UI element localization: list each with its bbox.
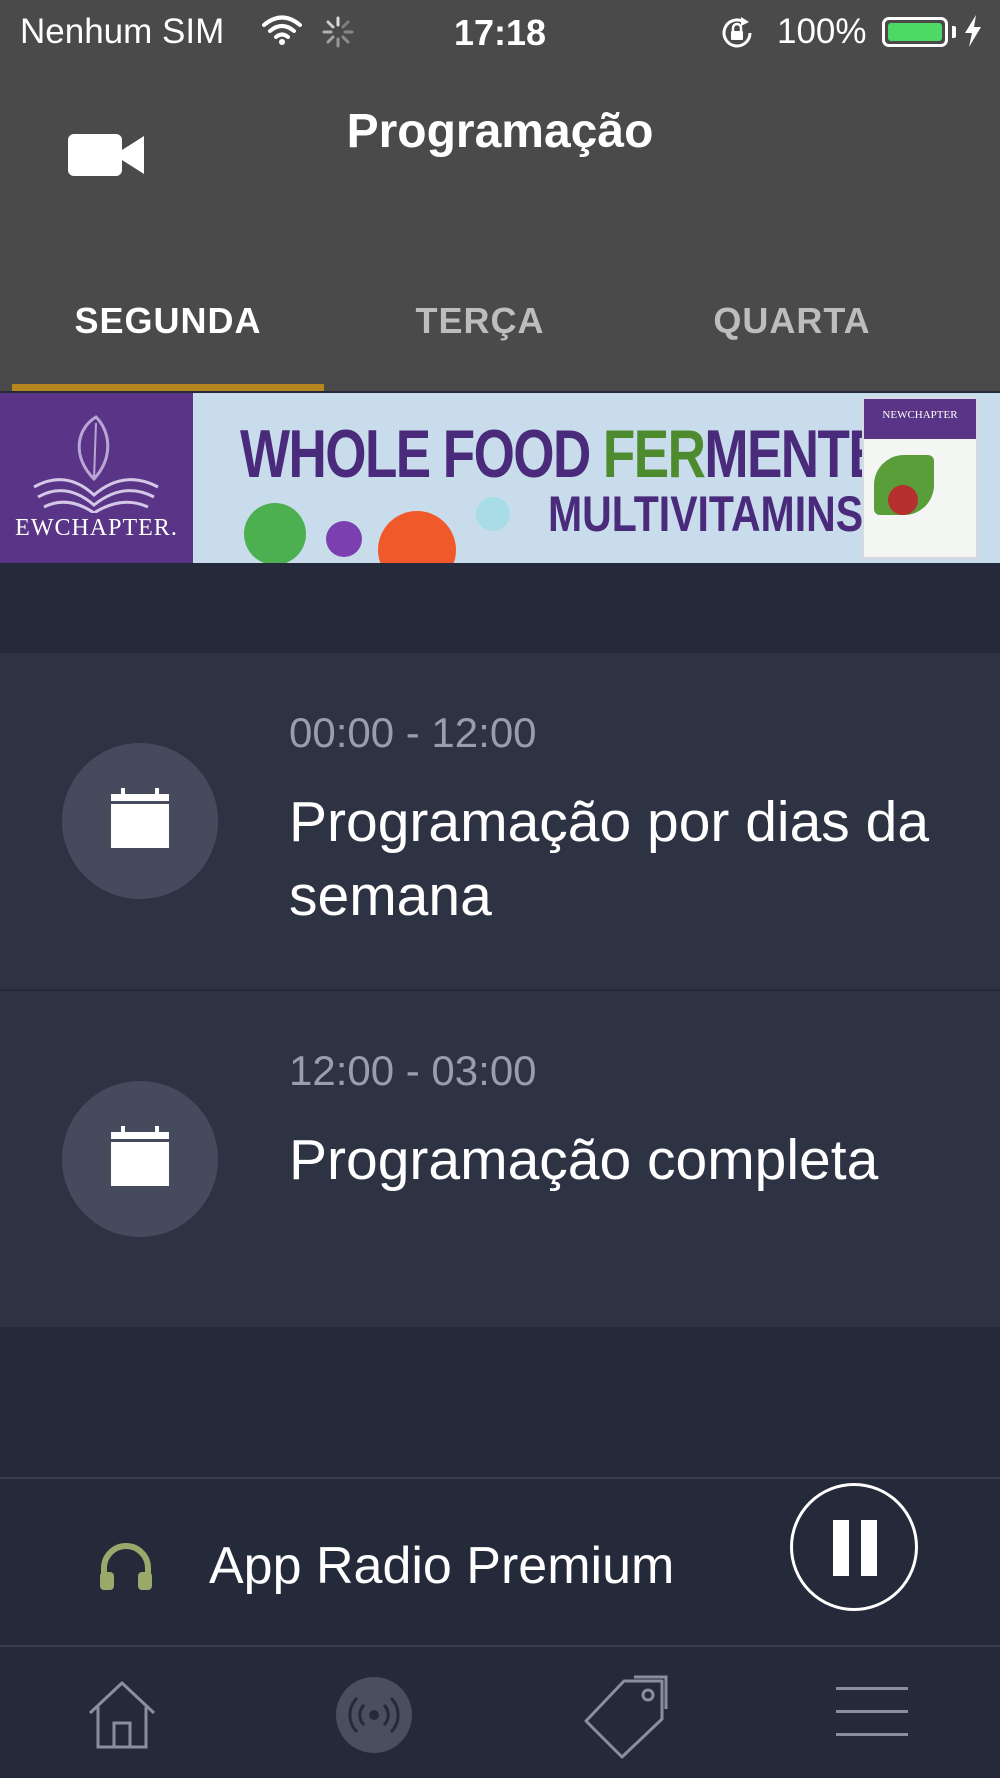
radio-broadcast-icon — [336, 1677, 412, 1753]
nav-home[interactable] — [0, 1647, 250, 1778]
schedule-item[interactable]: 00:00 - 12:00 Programação por dias da se… — [0, 653, 1000, 989]
pause-button[interactable] — [790, 1483, 918, 1611]
banner-brand-text: EWCHAPTER. — [15, 515, 178, 541]
tab-terca[interactable]: TERÇA — [324, 300, 636, 342]
nav-tags[interactable] — [500, 1647, 750, 1778]
menu-icon — [836, 1687, 908, 1736]
battery-nub — [952, 26, 956, 38]
page-title: Programação — [346, 105, 654, 158]
list-spacer — [0, 563, 1000, 653]
banner-brand-panel: EWCHAPTER. — [0, 393, 193, 563]
banner-dot-orange — [378, 511, 456, 563]
nav-menu[interactable] — [750, 1647, 1000, 1778]
schedule-time: 00:00 - 12:00 — [289, 709, 537, 756]
schedule-title: Programação por dias da semana — [289, 790, 930, 928]
calendar-icon-circle — [62, 743, 218, 899]
battery-level-fill — [888, 23, 942, 41]
banner-headline: WHOLE FOOD FERMENTED — [240, 415, 920, 493]
schedule-time: 12:00 - 03:00 — [289, 1047, 537, 1094]
banner-dot-green — [244, 503, 306, 563]
active-tab-indicator — [12, 384, 324, 391]
calendar-icon — [111, 1126, 169, 1186]
product-box: NEWCHAPTER — [862, 397, 978, 559]
banner-dot-purple — [326, 521, 362, 557]
calendar-icon-circle — [62, 1081, 218, 1237]
banner-headline-part1: WHOLE FOOD — [240, 416, 603, 492]
battery-icon — [882, 17, 948, 47]
player-divider — [0, 1477, 1000, 1479]
bottom-nav — [0, 1647, 1000, 1778]
nav-radio[interactable] — [250, 1647, 500, 1778]
product-berry-image — [888, 485, 918, 515]
tab-segunda[interactable]: SEGUNDA — [12, 300, 324, 342]
charging-bolt-icon — [962, 14, 984, 53]
ad-banner[interactable]: EWCHAPTER. WHOLE FOOD FERMENTED MULTIVIT… — [0, 393, 1000, 563]
book-leaf-logo-icon — [33, 415, 159, 513]
schedule-item[interactable]: 12:00 - 03:00 Programação completa — [0, 991, 1000, 1327]
tags-icon — [584, 1675, 668, 1759]
battery-percent: 100% — [777, 12, 867, 51]
banner-headline-part2: FER — [602, 416, 706, 492]
schedule-title: Programação completa — [289, 1128, 879, 1192]
product-box-label: NEWCHAPTER — [864, 399, 976, 439]
pause-icon-bar-right — [861, 1520, 877, 1576]
banner-dot-blue — [476, 497, 510, 531]
rotation-lock-icon — [719, 16, 755, 55]
banner-subline: MULTIVITAMINS — [548, 486, 864, 542]
tab-quarta[interactable]: QUARTA — [636, 300, 948, 342]
home-icon — [88, 1681, 156, 1749]
pause-icon-bar-left — [833, 1520, 849, 1576]
calendar-icon — [111, 788, 169, 848]
headphones-icon — [98, 1542, 154, 1597]
product-box-brand: NEWCHAPTER — [882, 409, 958, 421]
station-name: App Radio Premium — [209, 1537, 675, 1595]
